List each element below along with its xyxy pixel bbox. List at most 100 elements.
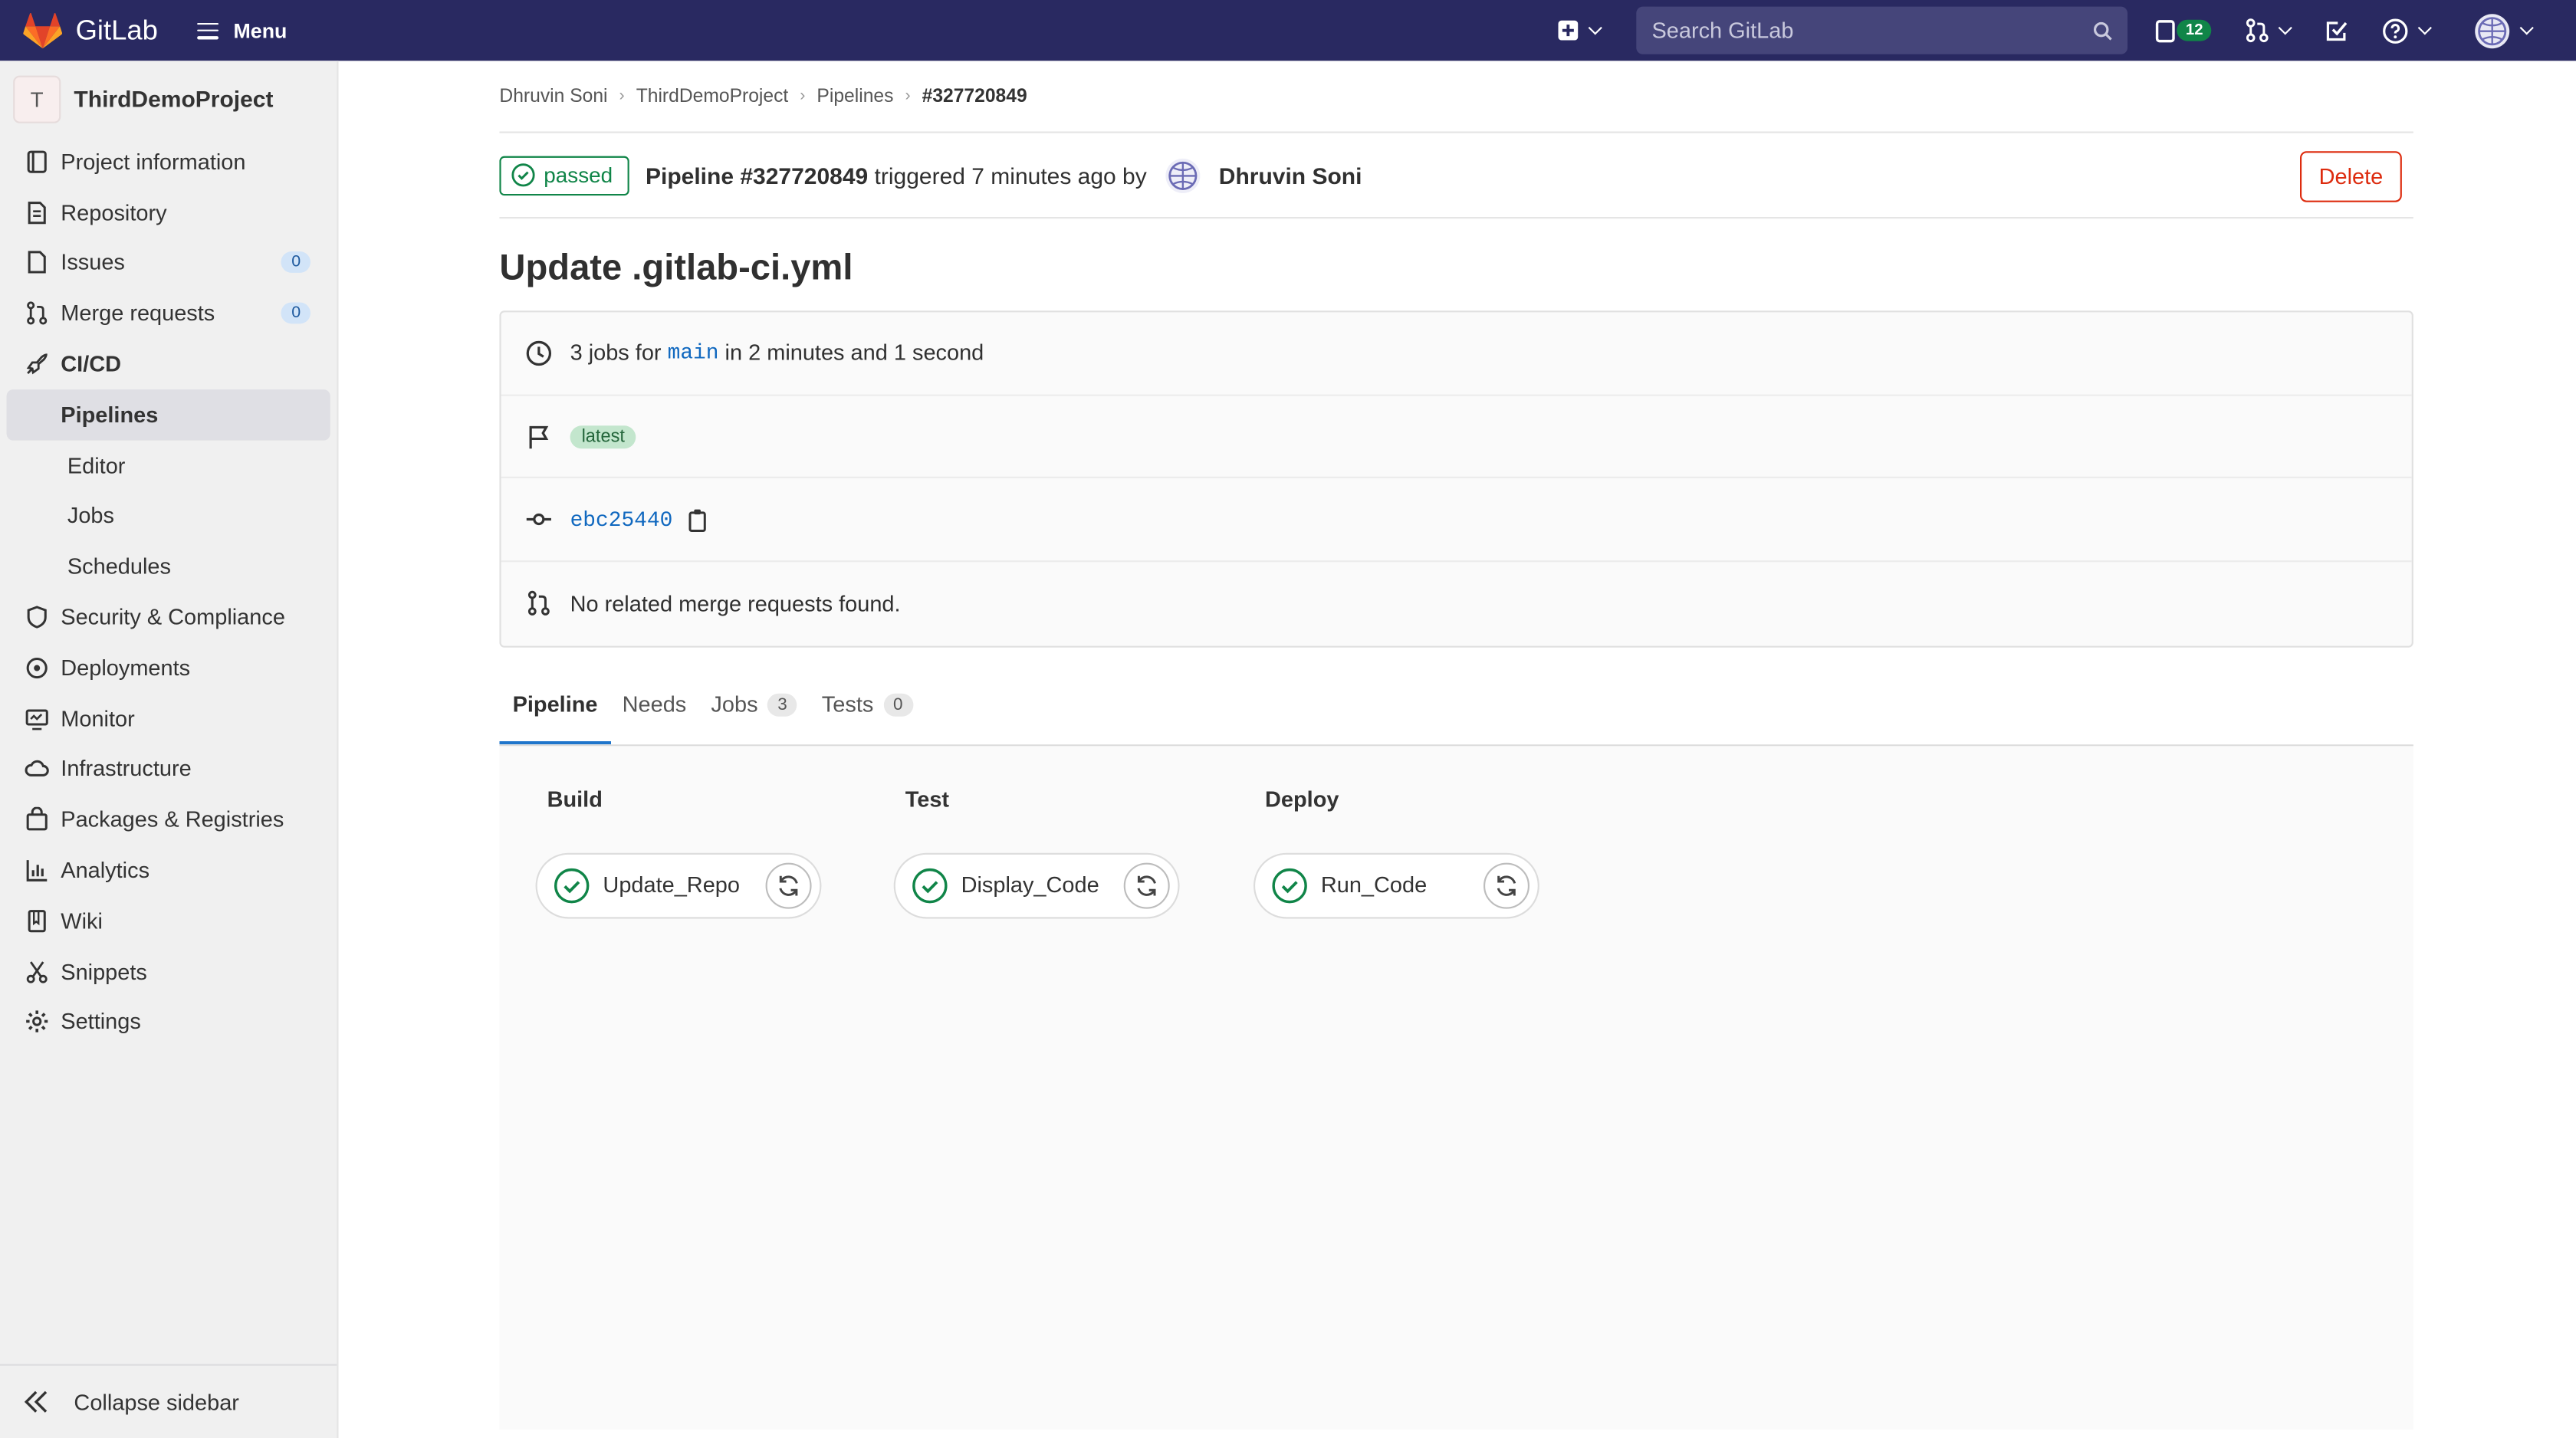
collapse-sidebar-button[interactable]: Collapse sidebar (0, 1364, 337, 1438)
sidebar-item-label: Security & Compliance (61, 605, 285, 630)
status-success-icon (511, 163, 535, 187)
job-pill[interactable]: Update_Repo (535, 852, 822, 918)
gear-icon (23, 1009, 49, 1035)
search-input[interactable] (1651, 18, 2063, 43)
help-dropdown[interactable] (2382, 18, 2432, 44)
menu-label: Menu (233, 18, 288, 42)
sidebar-item-issues[interactable]: Issues 0 (0, 238, 337, 288)
tab-jobs[interactable]: Jobs 3 (698, 665, 810, 744)
sidebar-item-project-information[interactable]: Project information (0, 136, 337, 187)
sidebar-item-cicd[interactable]: CI/CD (0, 339, 337, 389)
collapse-sidebar-label: Collapse sidebar (74, 1389, 239, 1414)
search-box[interactable] (1637, 6, 2128, 54)
sidebar-item-repository[interactable]: Repository (0, 187, 337, 238)
status-success-icon (554, 868, 590, 903)
stage-title: Build (547, 786, 603, 812)
user-avatar-icon[interactable] (1165, 157, 1201, 193)
sidebar-item-infrastructure[interactable]: Infrastructure (0, 744, 337, 794)
sidebar-item-wiki[interactable]: Wiki (0, 895, 337, 946)
sidebar-item-settings[interactable]: Settings (0, 996, 337, 1047)
sidebar-item-deployments[interactable]: Deployments (0, 642, 337, 693)
hamburger-icon (197, 21, 219, 39)
tags-row: latest (501, 396, 2412, 479)
tab-label: Jobs (711, 692, 758, 717)
sidebar-item-security[interactable]: Security & Compliance (0, 592, 337, 642)
sidebar-item-merge-requests[interactable]: Merge requests 0 (0, 288, 337, 339)
breadcrumb-link-pipelines[interactable]: Pipelines (816, 87, 893, 107)
project-name: ThirdDemoProject (74, 85, 274, 112)
retry-icon (1137, 875, 1156, 896)
breadcrumb-link-user[interactable]: Dhruvin Soni (499, 87, 607, 107)
pipeline-graph: Build Update_Repo Test Display_Code Depl… (499, 745, 2413, 1430)
menu-button[interactable]: Menu (197, 19, 287, 42)
sidebar-item-label: Monitor (61, 706, 135, 731)
tab-needs[interactable]: Needs (609, 665, 699, 744)
sidebar-item-monitor[interactable]: Monitor (0, 693, 337, 744)
commit-row: ebc25440 (501, 479, 2412, 563)
double-chevron-left-icon (24, 1390, 48, 1413)
retry-button[interactable] (1123, 862, 1170, 909)
sidebar-subitem-pipelines[interactable]: Pipelines (6, 389, 330, 441)
copy-icon[interactable] (688, 507, 709, 532)
chevron-right-icon: › (800, 87, 806, 106)
merge-request-icon (2246, 18, 2269, 43)
issues-nav-button[interactable]: 12 (2156, 19, 2212, 42)
top-navigation-bar: GitLab Menu 12 (0, 0, 2576, 61)
stage-title: Test (905, 786, 950, 812)
sidebar-item-analytics[interactable]: Analytics (0, 845, 337, 895)
sidebar-subitem-editor[interactable]: Editor (7, 440, 330, 491)
pipeline-info-box: 3 jobs for main in 2 minutes and 1 secon… (499, 310, 2413, 648)
sidebar-subitem-schedules[interactable]: Schedules (7, 541, 330, 592)
project-header-link[interactable]: T ThirdDemoProject (0, 61, 337, 136)
retry-icon (779, 875, 798, 896)
breadcrumb-current[interactable]: #327720849 (922, 87, 1027, 107)
package-icon (23, 806, 49, 832)
sidebar-item-snippets[interactable]: Snippets (0, 946, 337, 996)
rocket-icon (23, 351, 49, 377)
gitlab-home-link[interactable]: GitLab (23, 12, 158, 48)
info-icon (23, 149, 49, 175)
retry-button[interactable] (1483, 862, 1530, 909)
commit-sha-link[interactable]: ebc25440 (570, 507, 673, 532)
chevron-right-icon: › (905, 87, 911, 106)
status-label: passed (544, 163, 613, 188)
help-icon (2383, 18, 2408, 43)
retry-icon (1497, 875, 1516, 896)
job-pill[interactable]: Run_Code (1254, 852, 1539, 918)
sidebar-item-label: Project information (61, 149, 246, 175)
sidebar-item-label: Analytics (61, 858, 150, 883)
retry-button[interactable] (765, 862, 812, 909)
merge-request-icon (526, 591, 552, 617)
no-merge-requests-text: No related merge requests found. (570, 591, 901, 616)
user-menu-dropdown[interactable] (2474, 12, 2534, 48)
breadcrumb-link-project[interactable]: ThirdDemoProject (636, 87, 789, 107)
issues-count-badge: 12 (2177, 19, 2212, 41)
tab-count-badge: 3 (767, 693, 797, 717)
chart-icon (23, 857, 49, 883)
sidebar-subitem-jobs[interactable]: Jobs (7, 491, 330, 541)
todos-button[interactable] (2325, 19, 2348, 42)
status-success-icon (1272, 868, 1307, 903)
status-success-icon (912, 868, 948, 903)
job-name: Display_Code (961, 873, 1099, 898)
status-badge[interactable]: passed (499, 155, 629, 195)
breadcrumb: Dhruvin Soni › ThirdDemoProject › Pipeli… (499, 61, 2413, 133)
delete-button[interactable]: Delete (2300, 151, 2402, 202)
new-item-dropdown[interactable] (1558, 20, 1603, 41)
clock-icon (526, 340, 552, 366)
duration-text: in 2 minutes and 1 second (718, 340, 984, 366)
sidebar-item-label: Settings (61, 1010, 141, 1035)
merge-requests-dropdown[interactable] (2246, 18, 2292, 43)
tab-tests[interactable]: Tests 0 (809, 665, 926, 744)
job-pill[interactable]: Display_Code (893, 852, 1180, 918)
tab-pipeline[interactable]: Pipeline (499, 665, 610, 744)
triggered-by-user[interactable]: Dhruvin Soni (1219, 162, 1362, 188)
issues-icon (2156, 19, 2176, 42)
user-avatar-icon (2475, 13, 2510, 48)
sidebar-item-packages[interactable]: Packages & Registries (0, 794, 337, 845)
sidebar-item-label: Merge requests (61, 300, 215, 327)
todo-check-icon (2326, 21, 2348, 40)
flag-icon (526, 423, 552, 449)
merge-requests-count-badge: 0 (281, 303, 310, 324)
branch-link[interactable]: main (668, 341, 719, 366)
